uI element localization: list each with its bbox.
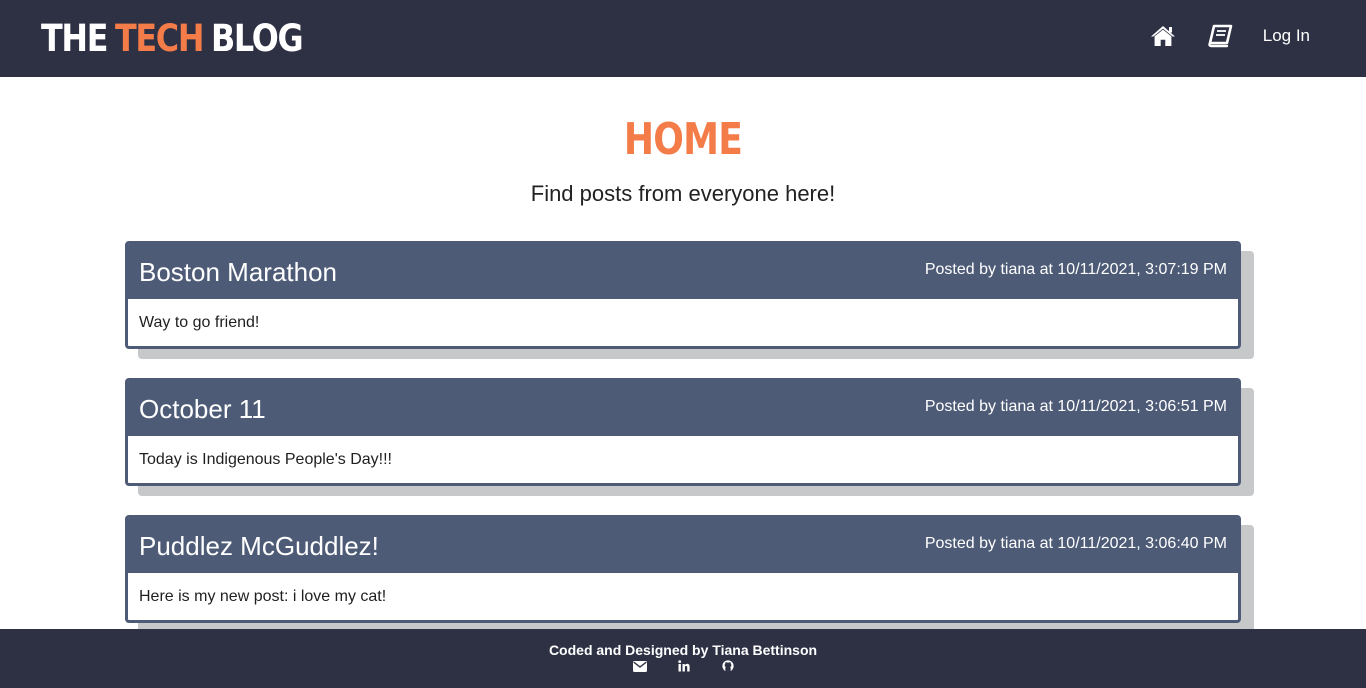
main-nav: Log In bbox=[1147, 20, 1310, 52]
home-icon[interactable] bbox=[1147, 20, 1179, 52]
post-meta: Posted by tiana at 10/11/2021, 3:07:19 P… bbox=[924, 261, 1227, 278]
post-header: Puddlez McGuddlez! Posted by tiana at 10… bbox=[128, 518, 1238, 573]
logo-word-blog: BLOG bbox=[210, 16, 304, 60]
post-meta: Posted by tiana at 10/11/2021, 3:06:51 P… bbox=[924, 398, 1227, 415]
top-navbar: THE TECH BLOG Log In bbox=[0, 0, 1366, 77]
book-icon[interactable] bbox=[1204, 20, 1236, 52]
post-card: October 11 Posted by tiana at 10/11/2021… bbox=[125, 378, 1254, 496]
post-link[interactable]: Boston Marathon Posted by tiana at 10/11… bbox=[125, 241, 1241, 349]
site-logo[interactable]: THE TECH BLOG bbox=[41, 13, 304, 63]
github-icon[interactable] bbox=[721, 659, 735, 673]
post-title: October 11 bbox=[139, 394, 266, 424]
post-meta: Posted by tiana at 10/11/2021, 3:06:40 P… bbox=[924, 535, 1227, 552]
post-header: October 11 Posted by tiana at 10/11/2021… bbox=[128, 381, 1238, 436]
site-footer: Coded and Designed by Tiana Bettinson bbox=[0, 629, 1366, 688]
logo-word-the: THE bbox=[41, 16, 108, 60]
post-title: Puddlez McGuddlez! bbox=[139, 531, 379, 561]
post-link[interactable]: October 11 Posted by tiana at 10/11/2021… bbox=[125, 378, 1241, 486]
page-title: HOME bbox=[623, 114, 743, 165]
post-link[interactable]: Puddlez McGuddlez! Posted by tiana at 10… bbox=[125, 515, 1241, 623]
post-header: Boston Marathon Posted by tiana at 10/11… bbox=[128, 244, 1238, 299]
social-links bbox=[633, 659, 735, 673]
post-card: Boston Marathon Posted by tiana at 10/11… bbox=[125, 241, 1254, 359]
logo-word-tech: TECH bbox=[114, 16, 205, 60]
footer-credit: Coded and Designed by Tiana Bettinson bbox=[548, 642, 818, 658]
post-body: Today is Indigenous People's Day!!! bbox=[139, 451, 392, 468]
post-title: Boston Marathon bbox=[139, 257, 338, 287]
page-subtitle: Find posts from everyone here! bbox=[530, 181, 836, 206]
post-body: Here is my new post: i love my cat! bbox=[139, 588, 387, 605]
post-card: Puddlez McGuddlez! Posted by tiana at 10… bbox=[125, 515, 1254, 633]
mail-icon[interactable] bbox=[633, 659, 647, 673]
login-link[interactable]: Log In bbox=[1263, 26, 1310, 46]
linkedin-icon[interactable] bbox=[677, 659, 691, 673]
post-body: Way to go friend! bbox=[139, 314, 260, 331]
